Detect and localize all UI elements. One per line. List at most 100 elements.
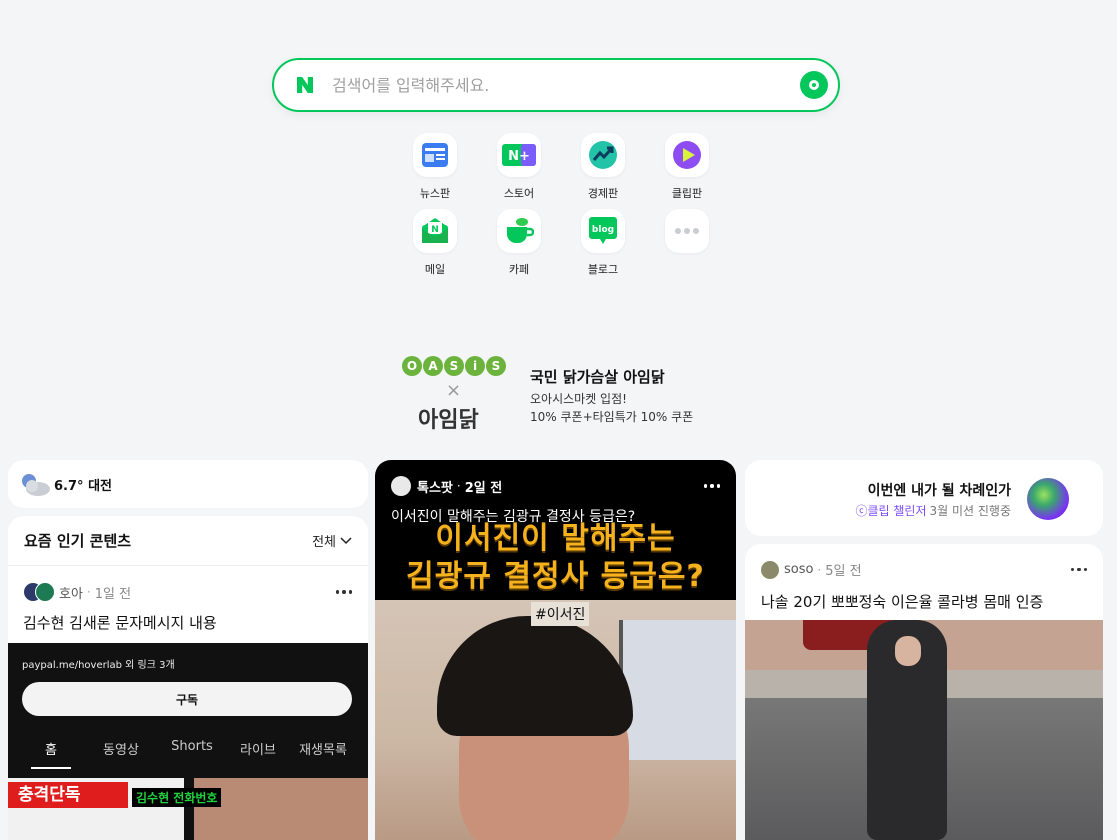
shortcut-more[interactable]	[645, 209, 729, 277]
avatar-2	[35, 582, 55, 602]
challenge-title: 이번엔 내가 될 차례인가	[867, 483, 1011, 499]
news-icon	[413, 133, 457, 177]
blog-icon-text: blog	[592, 225, 614, 235]
popular-header: 요즘 인기 콘텐츠 전체	[8, 516, 368, 566]
video-frame: #이서진	[375, 600, 736, 840]
store-icon-text: N+	[508, 149, 530, 164]
shortcut-cafe[interactable]: 카페	[477, 209, 561, 277]
popular-contents-card: 요즘 인기 콘텐츠 전체 호아 · 1일 전 김수현 김새론 문자메시지 내용 …	[8, 516, 368, 840]
more-options-icon[interactable]	[335, 590, 352, 594]
channel-tab: 라이브	[240, 743, 276, 758]
separator: ·	[456, 479, 461, 493]
oasis-logo-letter: S	[444, 356, 464, 376]
more-icon	[665, 209, 709, 253]
shortcut-label: 카페	[508, 263, 530, 276]
video-source[interactable]: 톡스팟	[417, 477, 453, 496]
oasis-logo-letter: S	[486, 356, 506, 376]
post-time: 1일 전	[94, 586, 132, 602]
naver-logo-icon[interactable]	[292, 72, 318, 98]
shortcut-label: 클립판	[671, 187, 703, 200]
video-chip: #이서진	[531, 602, 590, 626]
weather-temp: 6.7°	[54, 478, 84, 494]
channel-tab: 동영상	[103, 743, 139, 758]
avatar	[761, 560, 779, 579]
image-person-face	[895, 636, 921, 666]
shortcut-label: 경제판	[587, 187, 619, 200]
oasis-logo-letter: A	[423, 356, 443, 376]
challenge-card[interactable]: 이번엔 내가 될 차례인가 ⓒ클립 챌린저 3월 미션 진행중	[745, 460, 1103, 536]
oasis-logo: O A S i S	[402, 356, 506, 376]
oasis-logo-letter: O	[402, 356, 422, 376]
post-image[interactable]: paypal.me/hoverlab 외 링크 3개 구독 홈 동영상 Shor…	[8, 643, 368, 840]
person-hair	[437, 616, 633, 736]
search-go-icon	[809, 80, 819, 90]
shortcut-blog[interactable]: blog 블로그	[561, 209, 645, 277]
ad-title: 국민 닭가슴살 아임닭	[530, 368, 665, 386]
economy-icon	[581, 133, 625, 177]
shortcut-label: 블로그	[587, 263, 619, 276]
weather-text: 6.7° 대전	[54, 475, 112, 494]
post-author[interactable]: soso	[784, 562, 813, 577]
challenge-subtitle: ⓒ클립 챌린저 3월 미션 진행중	[855, 502, 1011, 519]
mail-icon-text: N	[431, 225, 439, 235]
post-meta: soso · 5일 전	[761, 560, 1103, 579]
post-title[interactable]: 김수현 김새론 문자메시지 내용	[23, 612, 368, 633]
search-input[interactable]	[332, 75, 800, 95]
cloudy-icon	[18, 470, 52, 498]
ad-line-1: 오아시스마켓 입점!	[530, 392, 627, 406]
post-meta: 호아 · 1일 전	[23, 582, 368, 602]
more-options-icon[interactable]	[1070, 567, 1087, 572]
challenge-orb-icon	[1027, 478, 1069, 520]
store-icon: N+	[497, 133, 541, 177]
clip-icon	[665, 133, 709, 177]
caption-line-2: 김광규 결정사 등급은?	[406, 559, 705, 594]
search-bar[interactable]	[272, 58, 840, 112]
service-shortcuts: 뉴스판 N+ 스토어 경제판 클립판 N 메일 카페 blog 블로그	[393, 133, 729, 277]
weather-city: 대전	[88, 478, 112, 494]
search-button[interactable]	[800, 71, 828, 99]
background-screen	[619, 620, 736, 760]
collab-x: ×	[446, 380, 462, 401]
post-image[interactable]	[745, 620, 1103, 840]
channel-link-text: paypal.me/hoverlab 외 링크 3개	[22, 660, 175, 671]
blog-icon: blog	[581, 209, 625, 253]
shortcut-clip[interactable]: 클립판	[645, 133, 729, 201]
shortcut-economy[interactable]: 경제판	[561, 133, 645, 201]
video-thumbnails: 충격단독 김수현 전화번호	[8, 778, 368, 840]
caption-line-1: 이서진이 말해주는	[435, 521, 676, 556]
cafe-icon	[497, 209, 541, 253]
channel-tab: Shorts	[171, 739, 213, 754]
avatar	[23, 582, 57, 602]
post-card[interactable]: soso · 5일 전 나솔 20기 뽀뽀정숙 이은율 콜라병 몸매 인증	[745, 544, 1103, 840]
video-meta: 톡스팟 · 2일 전	[391, 476, 736, 496]
ad-banner[interactable]: O A S i S × 아임닭 국민 닭가슴살 아임닭 오아시스마켓 입점! 1…	[400, 352, 720, 438]
channel-tabs-image: 홈 동영상 Shorts 라이브 재생목록	[8, 729, 368, 769]
ad-line-2: 10% 쿠폰+타임특가 10% 쿠폰	[530, 410, 694, 424]
shortcut-label: 뉴스판	[419, 187, 451, 200]
chevron-down-icon	[340, 536, 352, 544]
oasis-logo-letter: i	[465, 356, 485, 376]
shortcut-store[interactable]: N+ 스토어	[477, 133, 561, 201]
popular-filter-label: 전체	[312, 535, 336, 550]
avatar	[391, 476, 411, 496]
shortcut-label: 스토어	[503, 187, 535, 200]
popular-title: 요즘 인기 콘텐츠	[24, 532, 132, 550]
shortcut-news[interactable]: 뉴스판	[393, 133, 477, 201]
separator: ·	[817, 562, 822, 577]
popular-filter[interactable]: 전체	[312, 531, 352, 550]
thumbnail-tag: 충격단독	[8, 782, 128, 808]
post-title[interactable]: 나솔 20기 뽀뽀정숙 이은율 콜라병 몸매 인증	[761, 591, 1103, 612]
video-time: 2일 전	[464, 480, 503, 496]
channel-tab: 홈	[31, 729, 71, 769]
challenge-detail: 3월 미션 진행중	[929, 504, 1011, 518]
ad-brand-logo: 아임닭	[418, 408, 479, 433]
post-author[interactable]: 호아	[59, 583, 83, 602]
separator: ·	[86, 585, 91, 599]
video-card[interactable]: 톡스팟 · 2일 전 이서진이 말해주는 김광규 결정사 등급은? 이서진이 말…	[375, 460, 736, 840]
subscribe-button-image: 구독	[22, 682, 352, 716]
more-options-icon[interactable]	[703, 484, 720, 488]
weather-widget[interactable]: 6.7° 대전	[8, 460, 368, 508]
shortcut-mail[interactable]: N 메일	[393, 209, 477, 277]
challenge-badge: ⓒ클립 챌린저	[855, 504, 927, 518]
thumbnail-tag-2: 김수현 전화번호	[132, 788, 222, 807]
